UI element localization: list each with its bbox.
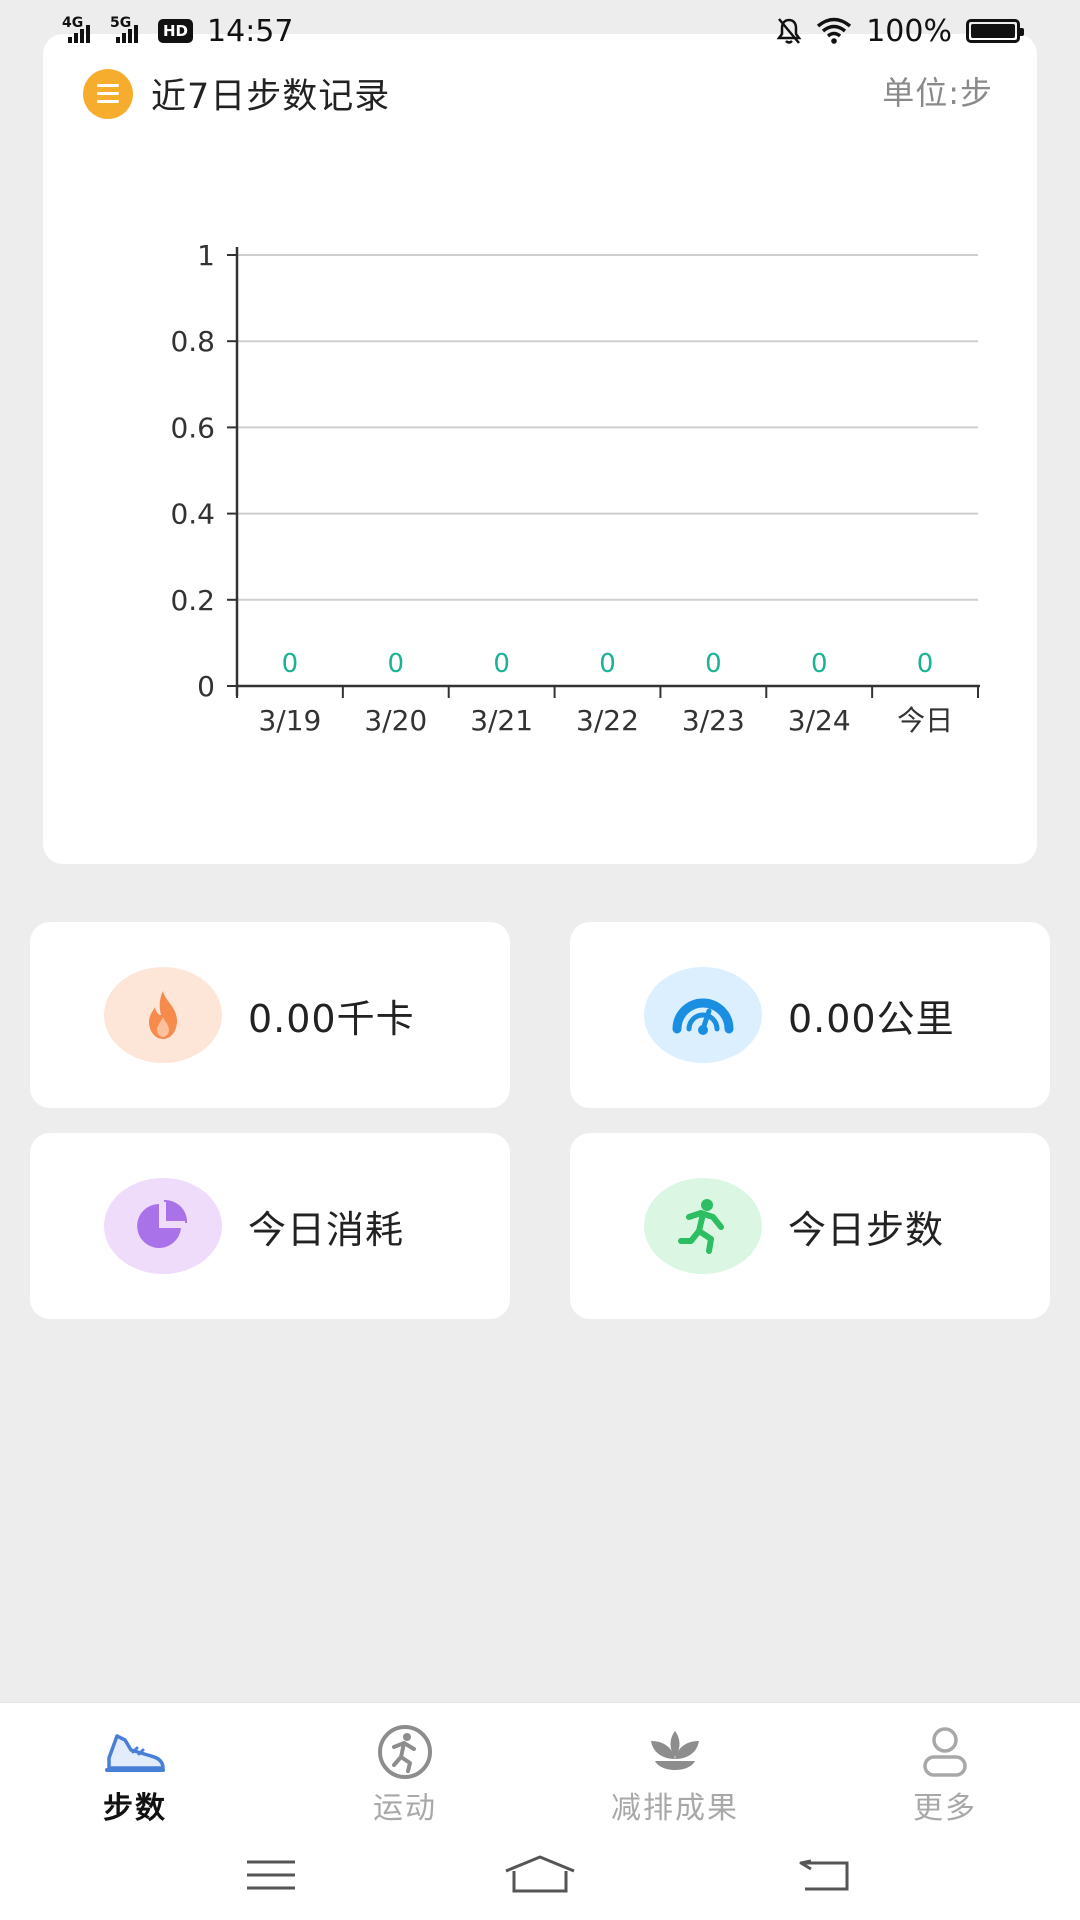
calories-value: 0.00千卡 [248, 996, 415, 1041]
steps-label: 今日步数 [788, 1207, 945, 1252]
status-bar: 4G 5G HD 14:57 100% [0, 0, 1080, 62]
pie-chart-icon [104, 1178, 222, 1274]
menu-icon [247, 1860, 295, 1890]
tab-exercise-label: 运动 [373, 1791, 437, 1826]
x-tick-label: 3/24 [788, 704, 851, 737]
system-nav-bar [0, 1832, 1080, 1920]
menu-nav-button[interactable] [231, 1850, 311, 1900]
flame-icon [104, 967, 222, 1063]
y-tick-label: 0.2 [170, 584, 215, 617]
network-label-5g: 5G [110, 15, 132, 31]
bar-data-label: 0 [282, 649, 299, 679]
bar-data-label: 0 [388, 649, 405, 679]
back-icon [799, 1859, 849, 1891]
tab-exercise[interactable]: 运动 [305, 1703, 505, 1833]
calories-card[interactable]: 0.00千卡 [30, 922, 510, 1108]
battery-percent: 100% [866, 13, 952, 49]
mute-bell-icon [776, 18, 802, 44]
tab-emission-label: 减排成果 [611, 1791, 739, 1826]
consumption-label: 今日消耗 [248, 1207, 405, 1252]
y-tick-label: 0.8 [170, 325, 215, 358]
status-left: 4G 5G HD 14:57 [62, 14, 293, 49]
x-tick-label: 3/21 [470, 704, 533, 737]
x-tick-label: 3/20 [364, 704, 427, 737]
distance-value: 0.00公里 [788, 996, 955, 1041]
leaf-icon [643, 1723, 707, 1781]
status-right: 100% [776, 13, 1024, 49]
bar-data-label: 0 [705, 649, 722, 679]
run-icon [374, 1723, 436, 1781]
shoe-icon [103, 1723, 167, 1781]
tab-more[interactable]: 更多 [845, 1703, 1045, 1833]
y-tick-label: 1 [197, 239, 215, 272]
x-tick-label: 今日 [897, 704, 953, 737]
bottom-tab-bar: 步数 运动 减排成果 更多 [0, 1702, 1080, 1832]
bar-data-label: 0 [493, 649, 510, 679]
home-nav-button[interactable] [500, 1850, 580, 1900]
bar-data-label: 0 [599, 649, 616, 679]
speedometer-icon [644, 967, 762, 1063]
back-nav-button[interactable] [784, 1850, 864, 1900]
battery-icon [966, 19, 1024, 43]
app-screen: 4G 5G HD 14:57 100% 近7日步数记录 单位:步 0 0.2 0… [0, 0, 1080, 1920]
status-time: 14:57 [207, 13, 294, 49]
x-tick-label: 3/23 [682, 704, 745, 737]
tab-emission[interactable]: 减排成果 [575, 1703, 775, 1833]
running-person-icon [644, 1178, 762, 1274]
step-chart-card: 近7日步数记录 单位:步 0 0.2 0.4 0.6 0.8 1 3/19 0 3/20 0 3/2… [43, 34, 1037, 864]
tab-steps-label: 步数 [103, 1791, 167, 1826]
bar-data-label: 0 [917, 649, 934, 679]
y-tick-label: 0.4 [170, 498, 215, 531]
tab-steps[interactable]: 步数 [35, 1703, 235, 1833]
wifi-icon [817, 17, 852, 44]
tab-more-label: 更多 [913, 1791, 977, 1826]
signal-4g-icon: 4G [62, 15, 96, 43]
person-icon [921, 1723, 969, 1781]
x-tick-label: 3/22 [576, 704, 639, 737]
home-icon [505, 1855, 575, 1893]
consumption-card[interactable]: 今日消耗 [30, 1133, 510, 1319]
step-bar-chart: 0 0.2 0.4 0.6 0.8 1 3/19 0 3/20 0 3/21 0 3/22 0 3/23 0 3… [170, 239, 980, 737]
hd-icon: HD [158, 19, 194, 43]
network-label-4g: 4G [62, 15, 84, 31]
x-tick-label: 3/19 [258, 704, 321, 737]
bar-data-label: 0 [811, 649, 828, 679]
distance-card[interactable]: 0.00公里 [570, 922, 1050, 1108]
y-tick-label: 0.6 [170, 411, 215, 444]
steps-card[interactable]: 今日步数 [570, 1133, 1050, 1319]
y-tick-label: 0 [197, 670, 215, 703]
signal-5g-icon: 5G [110, 15, 144, 43]
